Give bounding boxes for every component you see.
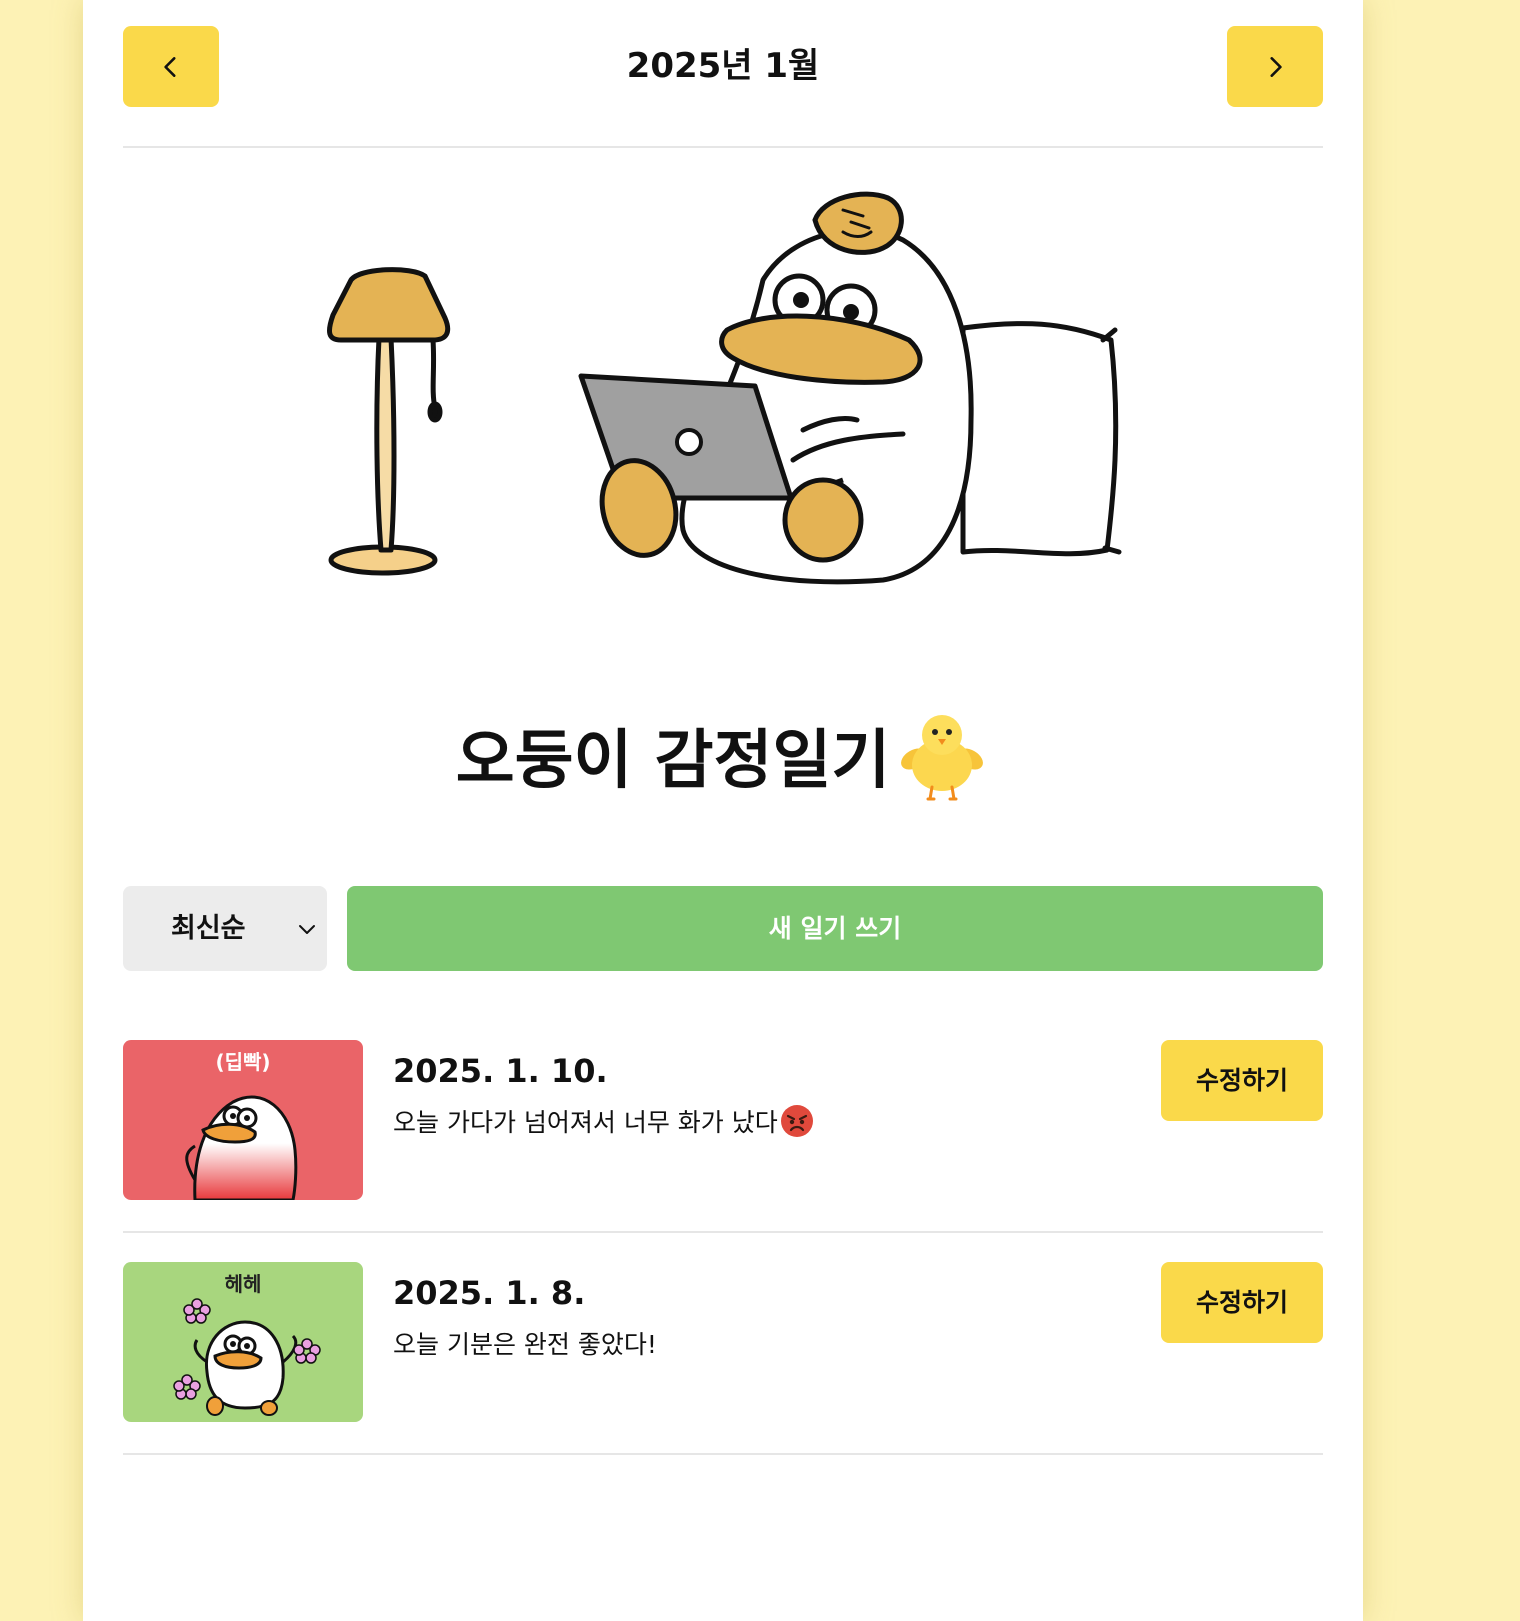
sort-select[interactable]: 최신순 (123, 886, 327, 971)
thumbnail-caption: 헤헤 (224, 1272, 262, 1296)
prev-month-button[interactable] (123, 26, 219, 107)
app-title-text: 오둥이 감정일기 (455, 724, 891, 798)
chevron-down-icon (299, 925, 315, 934)
entry-divider (123, 1453, 1323, 1455)
entry-content-text: 오늘 기분은 완전 좋았다! (393, 1330, 657, 1359)
edit-button[interactable]: 수정하기 (1161, 1262, 1323, 1343)
angry-face-icon (780, 1105, 813, 1137)
flower-icon (183, 1298, 211, 1324)
entry-content-text: 오늘 가다가 넘어져서 너무 화가 났다 (393, 1108, 778, 1137)
next-month-button[interactable] (1227, 26, 1323, 107)
floor-lamp-icon (326, 267, 451, 576)
header: 2025년 1월 (123, 26, 1323, 107)
entry-date: 2025. 1. 8. (393, 1274, 586, 1312)
entry-content: 오늘 기분은 완전 좋았다! (393, 1326, 657, 1360)
entry-date: 2025. 1. 10. (393, 1052, 608, 1090)
thumbnail-caption: (딥빡) (215, 1050, 271, 1074)
month-title: 2025년 1월 (626, 46, 820, 86)
app-title: 오둥이 감정일기 (83, 700, 1363, 810)
baby-chick-icon (901, 715, 984, 801)
diary-entry: (딥빡) 2025. 1. 10. 오늘 가다가 넘어져서 너무 화가 났다 수… (123, 1040, 1323, 1200)
entry-divider (123, 1231, 1323, 1233)
controls: 최신순 새 일기 쓰기 (123, 886, 1323, 971)
diary-app: 2025년 1월 오둥이 감정일기 최신순 새 일기 쓰기 (딥빡) 2025.… (83, 0, 1363, 1621)
entry-info[interactable]: 2025. 1. 10. 오늘 가다가 넘어져서 너무 화가 났다 (393, 1040, 1133, 1200)
entry-info[interactable]: 2025. 1. 8. 오늘 기분은 완전 좋았다! (393, 1262, 1133, 1422)
duck-with-laptop-illustration (323, 180, 1123, 620)
emotion-thumbnail[interactable]: (딥빡) (123, 1040, 363, 1200)
chevron-right-icon (1270, 56, 1282, 77)
emotion-thumbnail[interactable]: 헤헤 (123, 1262, 363, 1422)
diary-entry: 헤헤 2025. 1. 8. 오늘 기분은 완전 좋았다! 수정하기 (123, 1262, 1323, 1422)
new-diary-button[interactable]: 새 일기 쓰기 (347, 886, 1323, 971)
entry-content: 오늘 가다가 넘어져서 너무 화가 났다 (393, 1104, 814, 1138)
header-divider (123, 146, 1323, 148)
edit-button[interactable]: 수정하기 (1161, 1040, 1323, 1121)
sort-selected-value: 최신순 (171, 913, 246, 944)
chevron-left-icon (164, 56, 176, 77)
